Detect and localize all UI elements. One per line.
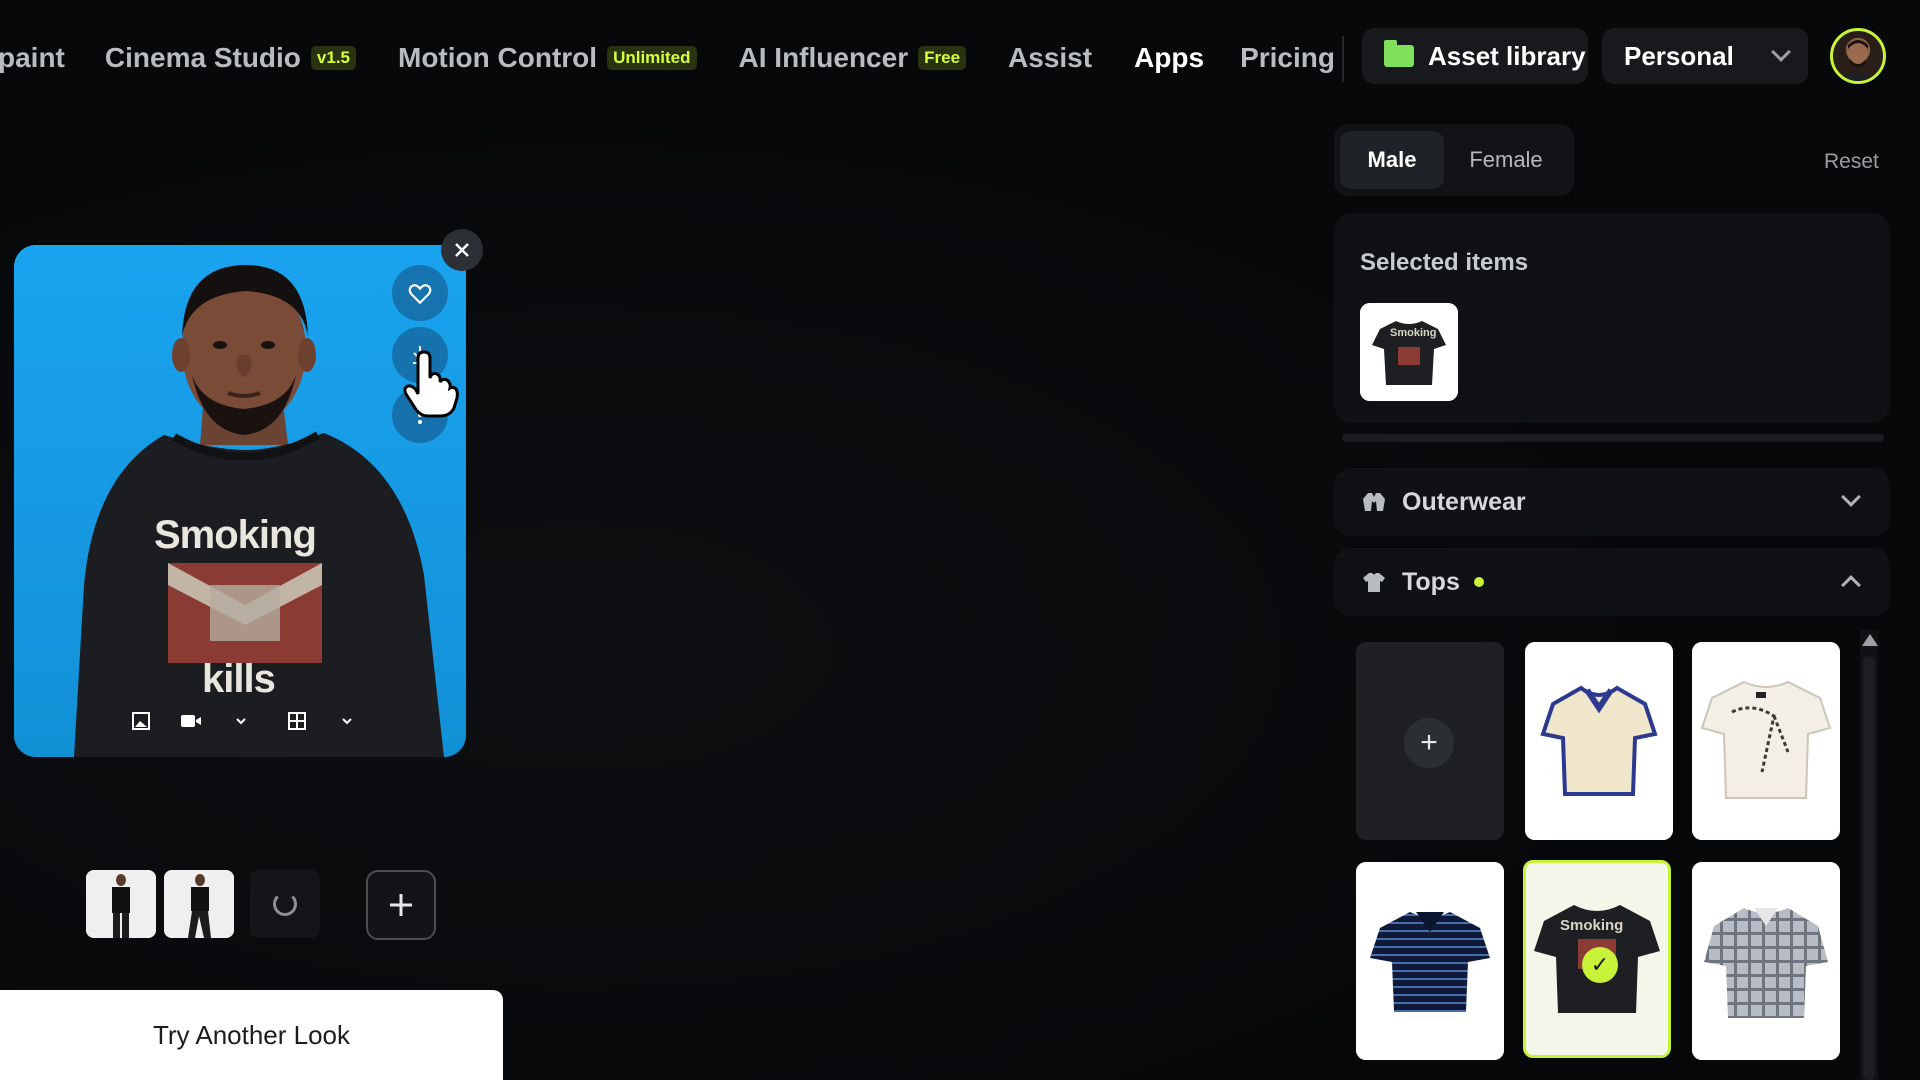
asset-library-label: Asset library: [1428, 40, 1586, 71]
upload-top-tile[interactable]: +: [1356, 642, 1504, 840]
gender-female-button[interactable]: Female: [1444, 131, 1568, 189]
favorite-button[interactable]: [392, 265, 448, 321]
top-item-cream-jersey[interactable]: [1525, 642, 1673, 840]
selected-item-tshirt[interactable]: Smoking: [1360, 303, 1458, 401]
jacket-icon: [1363, 493, 1385, 511]
section-tops[interactable]: Tops: [1334, 548, 1890, 616]
thumbnail-loading: [250, 870, 320, 938]
selected-item-print: Smoking: [1390, 327, 1437, 339]
section-outerwear[interactable]: Outerwear: [1334, 468, 1890, 536]
nav-link-assist[interactable]: Assist: [1008, 42, 1092, 74]
grid-options-dropdown[interactable]: [330, 704, 364, 738]
chevron-up-icon: [1841, 575, 1861, 595]
top-item-plaid-shirt[interactable]: [1692, 862, 1840, 1060]
app-root: paint Cinema Studio v1.5 Motion Control Un…: [0, 0, 1920, 1080]
unlimited-badge: Unlimited: [607, 46, 697, 70]
close-icon: [455, 243, 469, 257]
section-tops-label: Tops: [1402, 567, 1460, 596]
video-icon: [181, 715, 201, 727]
user-avatar[interactable]: [1830, 28, 1886, 84]
panel-separator: [1342, 434, 1884, 442]
gender-toggle: Male Female: [1334, 124, 1574, 196]
add-look-button[interactable]: [366, 870, 436, 940]
chevron-down-icon: [236, 718, 246, 725]
image-icon: [132, 712, 150, 730]
active-filter-dot: [1473, 577, 1484, 587]
close-preview-button[interactable]: [441, 229, 483, 271]
hand-cursor-icon: [403, 350, 459, 418]
grid-tool-button[interactable]: [280, 704, 314, 738]
white-graphic-tee-image: [1692, 642, 1840, 840]
top-item-striped-polo[interactable]: [1356, 862, 1504, 1060]
chevron-down-icon: [1771, 42, 1791, 62]
plaid-shirt-image: [1692, 862, 1840, 1060]
top-nav: paint Cinema Studio v1.5 Motion Control Un…: [0, 0, 1920, 116]
shirt-print-top: Smoking: [154, 513, 317, 557]
image-tool-button[interactable]: [124, 704, 158, 738]
generated-image-card[interactable]: Smoking kills: [14, 245, 466, 757]
plus-icon: [390, 894, 412, 916]
workspace-dropdown[interactable]: Personal: [1602, 28, 1808, 84]
loading-spinner-icon: [273, 892, 297, 916]
chevron-down-icon: [342, 718, 352, 725]
try-another-look-button[interactable]: Try Another Look: [0, 990, 503, 1080]
striped-polo-image: [1356, 862, 1504, 1060]
nav-link-motion-control[interactable]: Motion Control Unlimited: [398, 42, 697, 74]
version-badge: v1.5: [310, 46, 356, 70]
cream-jersey-image: [1525, 642, 1673, 840]
nav-links: paint Cinema Studio v1.5 Motion Control Un…: [0, 36, 1353, 80]
workspace-label: Personal: [1624, 40, 1734, 71]
selected-check-icon: ✓: [1582, 947, 1618, 983]
video-tool-button[interactable]: [174, 704, 208, 738]
tshirt-thumbnail: [1360, 303, 1458, 401]
grid-icon: [288, 712, 306, 730]
tops-grid: + Smoking ✓: [1342, 630, 1858, 1080]
gender-male-button[interactable]: Male: [1340, 131, 1444, 189]
tops-grid-scrollbar[interactable]: [1860, 630, 1878, 1080]
shirt-print-bottom: kills: [202, 657, 276, 701]
section-outerwear-label: Outerwear: [1402, 487, 1526, 516]
heart-icon: [408, 284, 432, 305]
scroll-up-arrow-icon[interactable]: [1862, 634, 1878, 646]
scrollbar-track[interactable]: [1863, 656, 1875, 1080]
nav-link-ai-influencer[interactable]: AI Influencer Free: [739, 42, 967, 74]
image-toolbar: [124, 703, 380, 739]
plus-icon: +: [1404, 718, 1454, 768]
nav-link-pricing[interactable]: Pricing: [1240, 42, 1335, 74]
asset-library-button[interactable]: Asset library: [1362, 28, 1588, 84]
video-options-dropdown[interactable]: [224, 704, 258, 738]
generation-thumbnails: [86, 870, 320, 938]
thumbnail-image: [164, 870, 234, 938]
nav-divider: [1342, 36, 1344, 82]
chevron-down-icon: [1841, 487, 1861, 507]
nav-link-inpaint[interactable]: paint: [0, 42, 65, 74]
reset-button[interactable]: Reset: [1824, 150, 1879, 174]
thumbnail-look-1[interactable]: [86, 870, 156, 938]
nav-link-cinema-studio[interactable]: Cinema Studio v1.5: [105, 42, 356, 74]
selected-items-title: Selected items: [1360, 249, 1529, 276]
folder-icon: [1384, 40, 1414, 67]
thumbnail-image: [86, 870, 156, 938]
tshirt-icon: [1363, 573, 1385, 592]
thumbnail-look-2[interactable]: [164, 870, 234, 938]
tee-print-text: Smoking: [1560, 917, 1624, 934]
top-item-smoking-kills-tee[interactable]: Smoking ✓: [1523, 860, 1671, 1058]
top-item-white-graphic-tee[interactable]: [1692, 642, 1840, 840]
selected-items-panel: Selected items Smoking: [1334, 213, 1890, 423]
avatar-portrait: [1839, 40, 1877, 81]
nav-link-apps[interactable]: Apps: [1134, 42, 1204, 74]
free-badge: Free: [918, 46, 967, 70]
